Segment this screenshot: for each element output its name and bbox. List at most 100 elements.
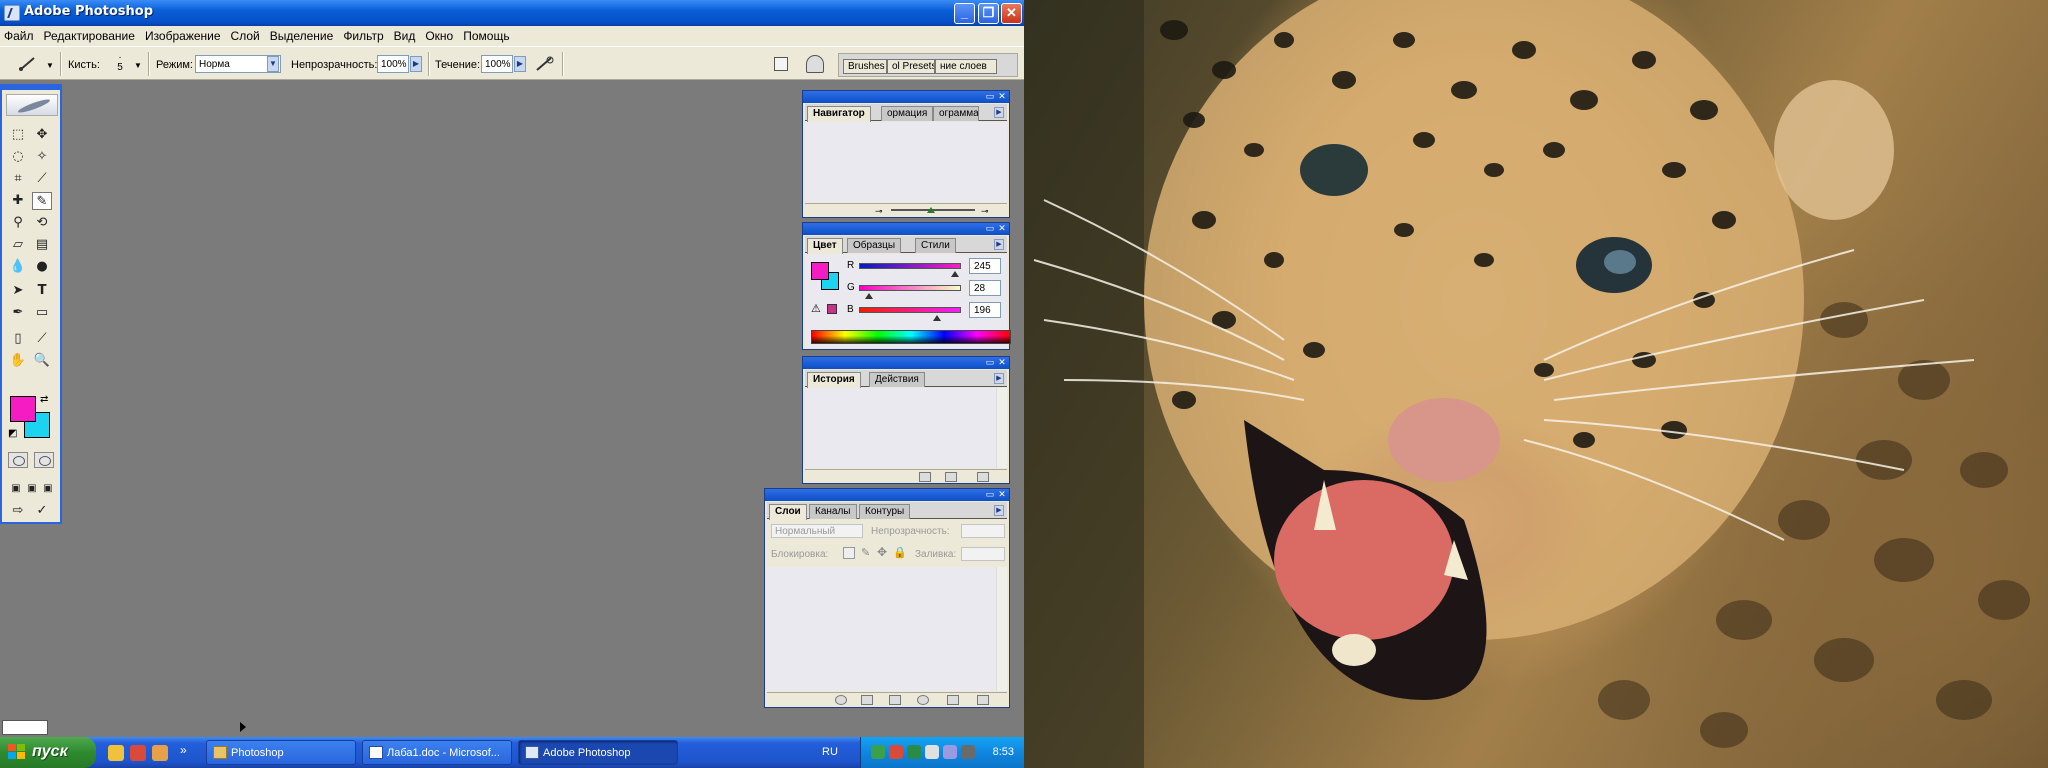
channel-r-slider[interactable] [859,263,961,269]
tray-icon-4[interactable] [925,745,939,759]
quicklaunch-icon-1[interactable] [108,745,124,761]
task-photoshop-folder[interactable]: Photoshop [206,740,356,765]
restore-button[interactable]: ❐ [978,3,999,24]
gamut-warning-icon[interactable]: ⚠ [811,302,821,315]
dodge-tool-icon[interactable]: ● [32,258,52,276]
brush-tool-selected-icon[interactable]: ✎ [32,192,52,210]
zoom-tool-icon[interactable]: 🔍 [32,352,52,370]
type-tool-icon[interactable]: T [32,282,52,300]
layer-mask-icon[interactable] [861,695,873,705]
channel-r-thumb[interactable] [951,271,959,277]
blur-tool-icon[interactable]: 💧 [8,258,28,276]
imageready-icon[interactable]: ✓ [32,502,52,520]
tray-icon-6[interactable] [961,745,975,759]
brush-tool-icon[interactable] [16,55,40,73]
gradient-tool-icon[interactable]: ▤ [32,236,52,254]
history-brush-tool-icon[interactable]: ⟲ [32,214,52,232]
status-menu-arrow-icon[interactable] [240,722,246,732]
new-document-from-state-icon[interactable] [919,472,931,482]
menu-file[interactable]: Файл [0,26,39,43]
photoshop-app-icon[interactable] [4,5,20,21]
new-snapshot-icon[interactable] [945,472,957,482]
screen-mode-full-icon[interactable]: ▣ [38,480,58,498]
palette-close-icon[interactable]: ✕ [997,224,1007,234]
opacity-slider-arrow-icon[interactable]: ▶ [410,56,422,72]
mode-dropdown-icon[interactable]: ▼ [267,56,279,72]
menu-edit[interactable]: Редактирование [39,26,140,43]
tab-history[interactable]: История [807,372,861,388]
palette-close-icon[interactable]: ✕ [997,490,1007,500]
tab-navigator[interactable]: Навигатор [807,106,871,122]
lock-transparency-icon[interactable] [843,547,855,559]
tab-paths[interactable]: Контуры [859,504,911,519]
crop-tool-icon[interactable]: ⌗ [8,170,28,188]
palette-menu-arrow-icon[interactable]: ▶ [994,373,1004,384]
channel-r-input[interactable]: 245 [969,258,1001,274]
zoom-slider-thumb[interactable] [927,207,935,213]
tab-histogram[interactable]: ограмма [933,106,979,121]
standard-mode-icon[interactable] [8,452,28,468]
brush-preview[interactable]: · 5 [115,53,125,73]
tray-icon-1[interactable] [871,745,885,759]
channel-g-slider[interactable] [859,285,961,291]
layer-opacity-input[interactable] [961,524,1005,538]
palette-close-icon[interactable]: ✕ [997,92,1007,102]
tray-icon-3[interactable] [907,745,921,759]
tab-actions[interactable]: Действия [869,372,925,387]
tab-info[interactable]: ормация [881,106,933,121]
opacity-input[interactable]: 100% [377,55,409,73]
adjustment-layer-icon[interactable] [917,695,929,705]
task-word-document[interactable]: Лаба1.doc - Microsof... [362,740,512,765]
start-button[interactable]: пуск [0,737,96,768]
lock-pixels-icon[interactable]: ✎ [861,546,870,559]
well-tab-tool-presets[interactable]: ol Presets [887,59,935,74]
quicklaunch-icon-3[interactable] [152,745,168,761]
tray-icon-5[interactable] [943,745,957,759]
gamut-color-swatch[interactable] [827,304,837,314]
healing-brush-tool-icon[interactable]: ✚ [8,192,28,210]
hand-tool-icon[interactable]: ✋ [8,352,28,370]
well-tab-brushes[interactable]: Brushes [843,59,887,74]
palette-close-icon[interactable]: ✕ [997,358,1007,368]
title-bar[interactable]: Adobe Photoshop _ ❐ ✕ [0,0,1024,26]
channel-b-slider[interactable] [859,307,961,313]
tray-icon-2[interactable] [889,745,903,759]
blend-mode-select[interactable]: Нормальный [771,524,863,538]
well-tab-layer-comps[interactable]: ние слоев [935,59,997,74]
delete-layer-icon[interactable] [977,695,989,705]
menu-layer[interactable]: Слой [226,26,265,43]
swap-colors-icon[interactable]: ⇄ [40,394,48,405]
palette-menu-arrow-icon[interactable]: ▶ [994,107,1004,118]
channel-b-thumb[interactable] [933,315,941,321]
palette-minimize-icon[interactable]: ▭ [985,92,995,102]
clone-stamp-tool-icon[interactable]: ⚲ [8,214,28,232]
menu-window[interactable]: Окно [420,26,458,43]
tab-channels[interactable]: Каналы [809,504,857,519]
history-scrollbar[interactable] [996,388,1007,468]
marquee-tool-icon[interactable]: ⬚ [8,126,28,144]
layer-fill-input[interactable] [961,547,1005,561]
magic-wand-tool-icon[interactable]: ✧ [32,148,52,166]
color-spectrum-ramp[interactable] [811,330,1011,344]
palette-toggle-icon[interactable] [806,55,824,73]
adobe-online-feather-icon[interactable] [6,94,58,116]
palette-titlebar[interactable]: ▭ ✕ [803,357,1009,369]
new-set-icon[interactable] [889,695,901,705]
quicklaunch-icon-2[interactable] [130,745,146,761]
tab-swatches[interactable]: Образцы [847,238,902,253]
brush-picker-arrow-icon[interactable]: ▼ [134,61,142,70]
tab-layers[interactable]: Слои [769,504,807,520]
delete-state-icon[interactable] [977,472,989,482]
palette-titlebar[interactable]: ▭ ✕ [803,223,1009,235]
color-foreground-swatch[interactable] [811,262,829,280]
channel-b-input[interactable]: 196 [969,302,1001,318]
palette-titlebar[interactable]: ▭ ✕ [765,489,1009,501]
task-adobe-photoshop[interactable]: Adobe Photoshop [518,740,678,765]
notes-tool-icon[interactable]: ▯ [8,330,28,348]
channel-g-input[interactable]: 28 [969,280,1001,296]
menu-filter[interactable]: Фильтр [338,26,388,43]
shape-tool-icon[interactable]: ▭ [32,304,52,322]
layers-scrollbar[interactable] [996,567,1007,691]
default-colors-icon[interactable]: ◩ [8,428,17,439]
foreground-color-swatch[interactable] [10,396,36,422]
